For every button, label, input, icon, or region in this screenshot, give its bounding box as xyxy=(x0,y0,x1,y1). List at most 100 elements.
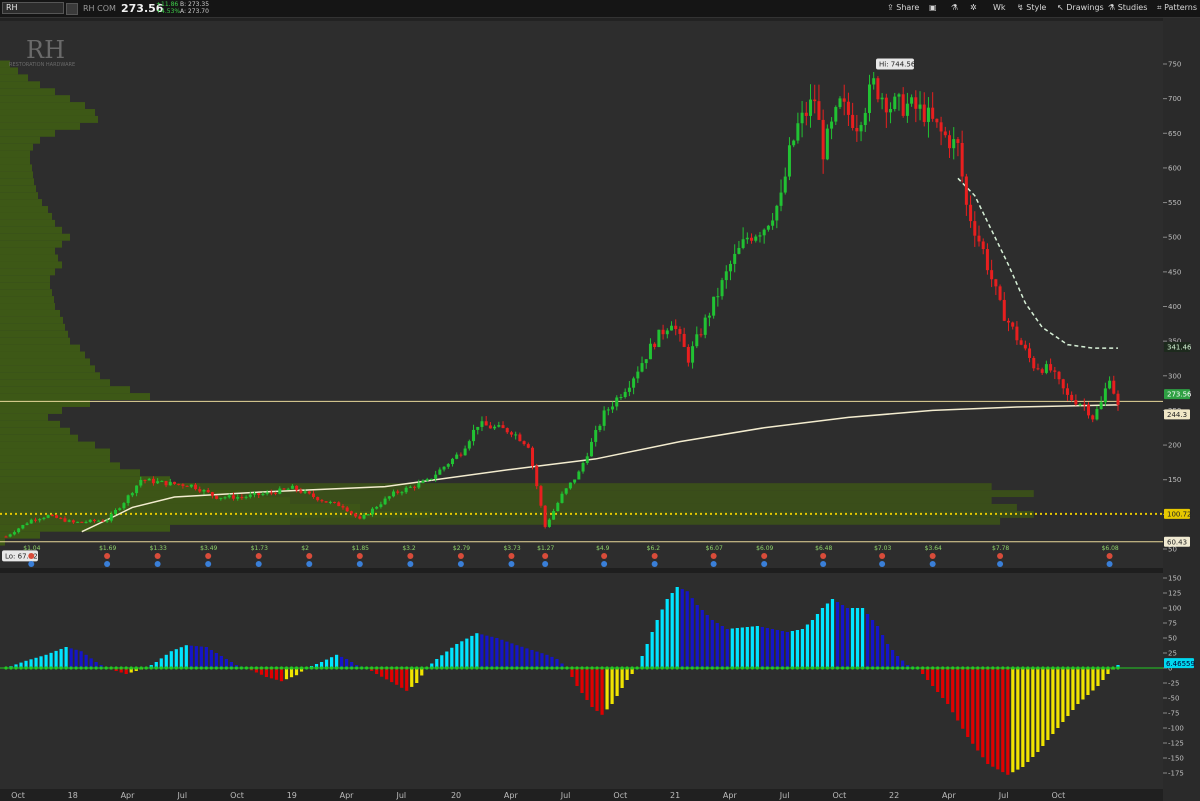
oscillator-bar xyxy=(545,654,549,668)
candle-body xyxy=(539,486,543,506)
candle-body xyxy=(905,103,909,116)
zero-dot xyxy=(350,666,354,670)
earnings-marker xyxy=(205,553,212,559)
candle-body xyxy=(248,494,252,497)
zero-dot xyxy=(795,666,800,670)
zero-dot xyxy=(144,666,148,670)
candle-body xyxy=(787,145,791,177)
candle-body xyxy=(910,97,914,104)
oscillator-bar xyxy=(745,627,749,668)
candle-body xyxy=(282,488,286,490)
price-chart[interactable]: RH RESTORATION HARDWARE 5010015020025030… xyxy=(0,18,1200,801)
zero-dot xyxy=(921,666,925,670)
candle-body xyxy=(383,498,387,505)
candle-body xyxy=(408,486,412,488)
zero-dot xyxy=(89,666,93,670)
candle-body xyxy=(375,506,379,509)
candle-body xyxy=(1036,368,1040,370)
volume-profile-bar xyxy=(0,469,140,477)
earnings-marker xyxy=(306,553,313,559)
event-label: $6.2 xyxy=(647,545,661,552)
candle-body xyxy=(998,286,1002,300)
volume-profile-bar xyxy=(0,351,85,359)
candle-body xyxy=(1032,357,1036,369)
oscillator-bar xyxy=(991,668,995,767)
zero-dot xyxy=(740,666,744,670)
candle-body xyxy=(619,396,623,398)
candle-body xyxy=(1023,344,1027,349)
zero-dot xyxy=(475,666,479,670)
oscillator-bar xyxy=(660,609,664,668)
oscillator-bar xyxy=(465,638,469,668)
zero-dot xyxy=(1036,666,1040,670)
oscillator-bar xyxy=(199,646,203,668)
symbol-menu-button[interactable] xyxy=(66,3,78,15)
candle-body xyxy=(728,263,732,272)
oscillator-bar xyxy=(475,633,479,668)
candle-body xyxy=(914,97,918,109)
candle-body xyxy=(825,128,829,160)
candle-body xyxy=(261,493,265,495)
zero-dot xyxy=(410,666,414,670)
style-button[interactable]: ↯ Style xyxy=(1017,3,1046,12)
flask-icon[interactable]: ⚗ xyxy=(951,3,958,12)
candle-body xyxy=(1040,369,1044,373)
zero-dot xyxy=(916,666,920,670)
dividend-marker xyxy=(879,561,886,567)
zero-dot xyxy=(299,666,304,670)
zero-dot xyxy=(370,666,374,670)
candle-body xyxy=(964,176,968,205)
timeframe-button[interactable]: Wk xyxy=(993,3,1006,12)
earnings-marker xyxy=(255,553,262,559)
oscillator-axis-label: -50 xyxy=(1168,695,1179,703)
zero-dot xyxy=(550,666,554,670)
candle-body xyxy=(531,447,535,467)
candle-body xyxy=(333,501,337,503)
candle-body xyxy=(84,521,88,523)
oscillator-axis-label: -175 xyxy=(1168,770,1184,778)
zero-dot xyxy=(14,666,18,670)
candle-body xyxy=(522,441,526,445)
zero-dot xyxy=(249,666,254,670)
candle-body xyxy=(779,192,783,206)
share-button[interactable]: ⇪ Share xyxy=(887,3,919,12)
studies-button[interactable]: ⚗ Studies xyxy=(1108,3,1147,12)
earnings-marker xyxy=(28,553,35,559)
zero-dot xyxy=(1081,666,1085,670)
zero-dot xyxy=(941,666,945,670)
oscillator-axis-label: 100 xyxy=(1168,605,1181,613)
gear-icon[interactable]: ✲ xyxy=(970,3,977,12)
candle-body xyxy=(686,346,690,363)
candle-body xyxy=(434,474,438,479)
price-axis-label: 400 xyxy=(1168,303,1181,311)
zero-dot xyxy=(114,666,118,670)
patterns-button[interactable]: ⌗ Patterns xyxy=(1157,3,1197,13)
oscillator-bar xyxy=(1011,668,1015,773)
zero-dot xyxy=(880,666,885,670)
candle-body xyxy=(185,485,189,487)
volume-profile-bar xyxy=(0,115,98,123)
zero-dot xyxy=(1026,666,1030,670)
symbol-input[interactable]: RH xyxy=(2,2,64,14)
drawings-button[interactable]: ↖ Drawings xyxy=(1057,3,1104,12)
zero-dot xyxy=(400,666,404,670)
zero-dot xyxy=(329,666,334,670)
zero-dot xyxy=(981,666,985,670)
zero-dot xyxy=(34,666,38,670)
candle-body xyxy=(817,101,821,120)
candle-body xyxy=(143,479,147,481)
oscillator-value-label: 6.46559 xyxy=(1166,660,1195,668)
volume-profile-bar xyxy=(0,386,130,394)
volume-profile-bar xyxy=(0,268,55,276)
oscillator-bar xyxy=(595,668,599,711)
dividend-marker xyxy=(761,561,768,567)
oscillator-bar xyxy=(715,623,719,668)
event-label: $3.64 xyxy=(925,545,942,552)
candle-body xyxy=(952,139,956,149)
event-label: $6.07 xyxy=(706,545,723,552)
zero-dot xyxy=(129,666,133,670)
oscillator-bar xyxy=(400,668,404,688)
screen-icon[interactable]: ▣ xyxy=(929,3,937,12)
zero-dot xyxy=(380,666,384,670)
oscillator-bar xyxy=(1056,668,1060,728)
